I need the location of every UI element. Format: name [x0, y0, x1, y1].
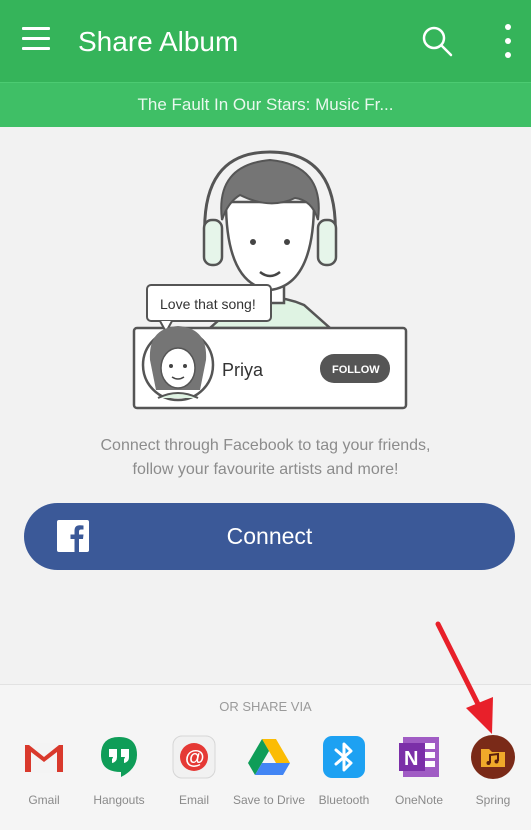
hangouts-icon — [101, 737, 137, 777]
connect-description: Connect through Facebook to tag your fri… — [0, 434, 531, 482]
album-subtitle: The Fault In Our Stars: Music Fr... — [0, 82, 531, 127]
connect-label: Connect — [226, 523, 313, 549]
search-icon[interactable] — [420, 24, 454, 58]
description-line-1: Connect through Facebook to tag your fri… — [100, 437, 431, 454]
friend-name: Priya — [222, 360, 264, 380]
share-app-hangouts[interactable]: Hangouts — [81, 735, 157, 815]
facebook-connect-button[interactable]: Connect — [24, 503, 515, 570]
bluetooth-icon — [323, 736, 365, 778]
follow-badge: FOLLOW — [332, 364, 380, 376]
description-line-2: follow your favourite artists and more! — [132, 461, 399, 478]
share-app-bluetooth[interactable]: Bluetooth — [306, 735, 382, 815]
share-app-email[interactable]: @ Email — [156, 735, 232, 815]
svg-text:N: N — [404, 748, 418, 770]
onenote-icon: N — [399, 737, 439, 777]
more-vert-icon[interactable] — [500, 24, 516, 60]
bubble-text: Love that song! — [160, 296, 256, 312]
page-title: Share Album — [78, 26, 239, 57]
hamburger-menu-icon[interactable] — [22, 27, 50, 51]
share-app-onenote[interactable]: N OneNote — [381, 735, 457, 815]
share-app-drive[interactable]: Save to Drive — [231, 735, 307, 815]
red-arrow-icon — [435, 621, 493, 734]
svg-text:@: @ — [185, 747, 205, 769]
app-bar: Share Album — [0, 0, 531, 82]
share-app-spring[interactable]: Spring — [455, 735, 531, 815]
drive-icon — [248, 739, 290, 775]
share-app-label: Spring — [475, 793, 511, 807]
facebook-connect-illustration: Love that song! Priya FOLLOW — [132, 150, 408, 410]
email-icon: @ — [172, 735, 216, 779]
share-app-gmail[interactable]: Gmail — [6, 735, 82, 815]
gmail-icon — [24, 743, 64, 773]
spring-icon — [471, 735, 515, 779]
